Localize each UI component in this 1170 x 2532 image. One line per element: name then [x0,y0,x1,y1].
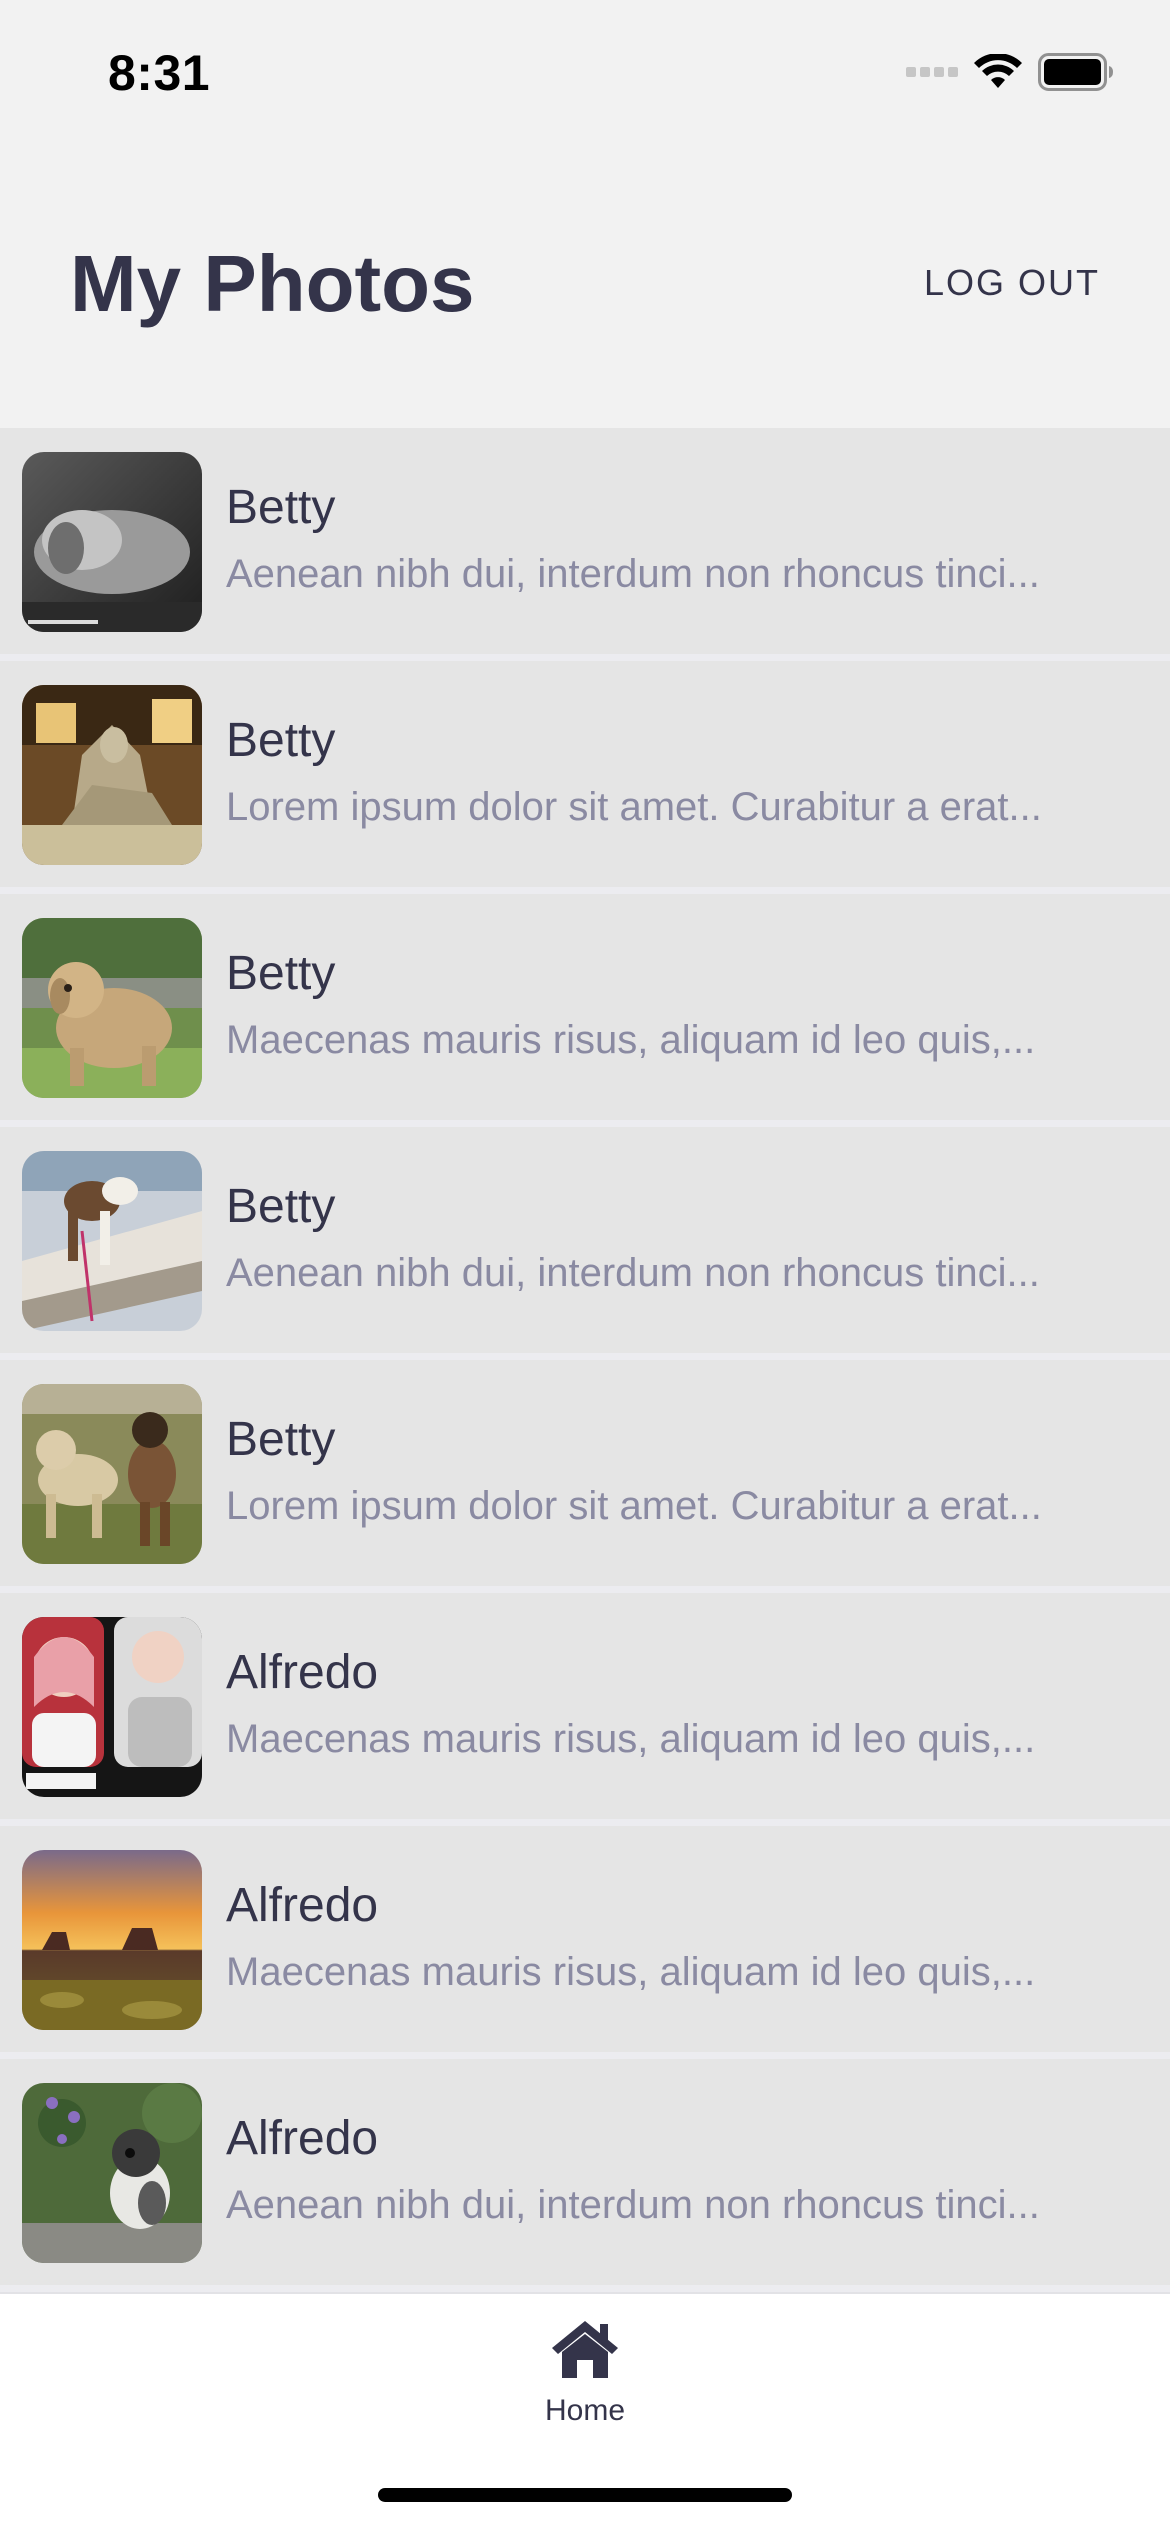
photo-title: Alfredo [226,2112,379,2165]
photo-list-item[interactable]: Betty Lorem ipsum dolor sit amet. Curabi… [0,1360,1170,1586]
photo-description: Lorem ipsum dolor sit amet. Curabitur a … [226,785,1042,829]
photo-title: Betty [226,481,336,534]
photo-thumbnail [22,1617,202,1797]
photo-list-item[interactable]: Alfredo Aenean nibh dui, interdum non rh… [0,2059,1170,2285]
photo-list-item[interactable]: Betty Aenean nibh dui, interdum non rhon… [0,428,1170,654]
photo-description: Maecenas mauris risus, aliquam id leo qu… [226,1950,1036,1994]
photo-thumbnail [22,1850,202,2030]
home-icon [550,2318,620,2380]
photo-title: Betty [226,1413,336,1466]
header: My Photos LOG OUT [0,150,1170,426]
status-bar: 8:31 [0,0,1170,150]
photo-title: Betty [226,947,336,1000]
photo-title: Betty [226,1180,336,1233]
photo-thumbnail [22,1151,202,1331]
photos-screen: 8:31 My Photos LOG OUT Betty Aenean nibh… [0,0,1170,2532]
photo-list[interactable]: Betty Aenean nibh dui, interdum non rhon… [0,428,1170,2292]
logout-button[interactable]: LOG OUT [924,262,1100,304]
photo-description: Lorem ipsum dolor sit amet. Curabitur a … [226,1484,1042,1528]
photo-title: Alfredo [226,1879,379,1932]
home-indicator [378,2488,792,2502]
photo-list-item[interactable]: Betty Aenean nibh dui, interdum non rhon… [0,1127,1170,1353]
photo-description: Aenean nibh dui, interdum non rhoncus ti… [226,2183,1040,2227]
photo-list-item[interactable]: Betty Lorem ipsum dolor sit amet. Curabi… [0,661,1170,887]
photo-list-item[interactable]: Betty Maecenas mauris risus, aliquam id … [0,894,1170,1120]
photo-description: Maecenas mauris risus, aliquam id leo qu… [226,1717,1036,1761]
photo-list-item[interactable]: Alfredo Maecenas mauris risus, aliquam i… [0,1593,1170,1819]
status-time: 8:31 [108,45,211,101]
status-icons [906,52,1114,96]
photo-title: Alfredo [226,1646,379,1699]
photo-description: Aenean nibh dui, interdum non rhoncus ti… [226,552,1040,596]
photo-list-item[interactable]: Alfredo Maecenas mauris risus, aliquam i… [0,1826,1170,2052]
tab-home-label: Home [544,2394,626,2427]
photo-description: Aenean nibh dui, interdum non rhoncus ti… [226,1251,1040,1295]
photo-description: Maecenas mauris risus, aliquam id leo qu… [226,1018,1036,1062]
wifi-icon [974,52,1022,95]
photo-thumbnail [22,1384,202,1564]
photo-thumbnail [22,685,202,865]
tab-home[interactable]: Home [505,2318,665,2458]
page-title: My Photos [70,239,475,328]
photo-title: Betty [226,714,336,767]
photo-thumbnail [22,452,202,632]
battery-icon [1038,52,1114,96]
photo-thumbnail [22,918,202,1098]
cellular-signal-icon [906,65,958,84]
photo-thumbnail [22,2083,202,2263]
